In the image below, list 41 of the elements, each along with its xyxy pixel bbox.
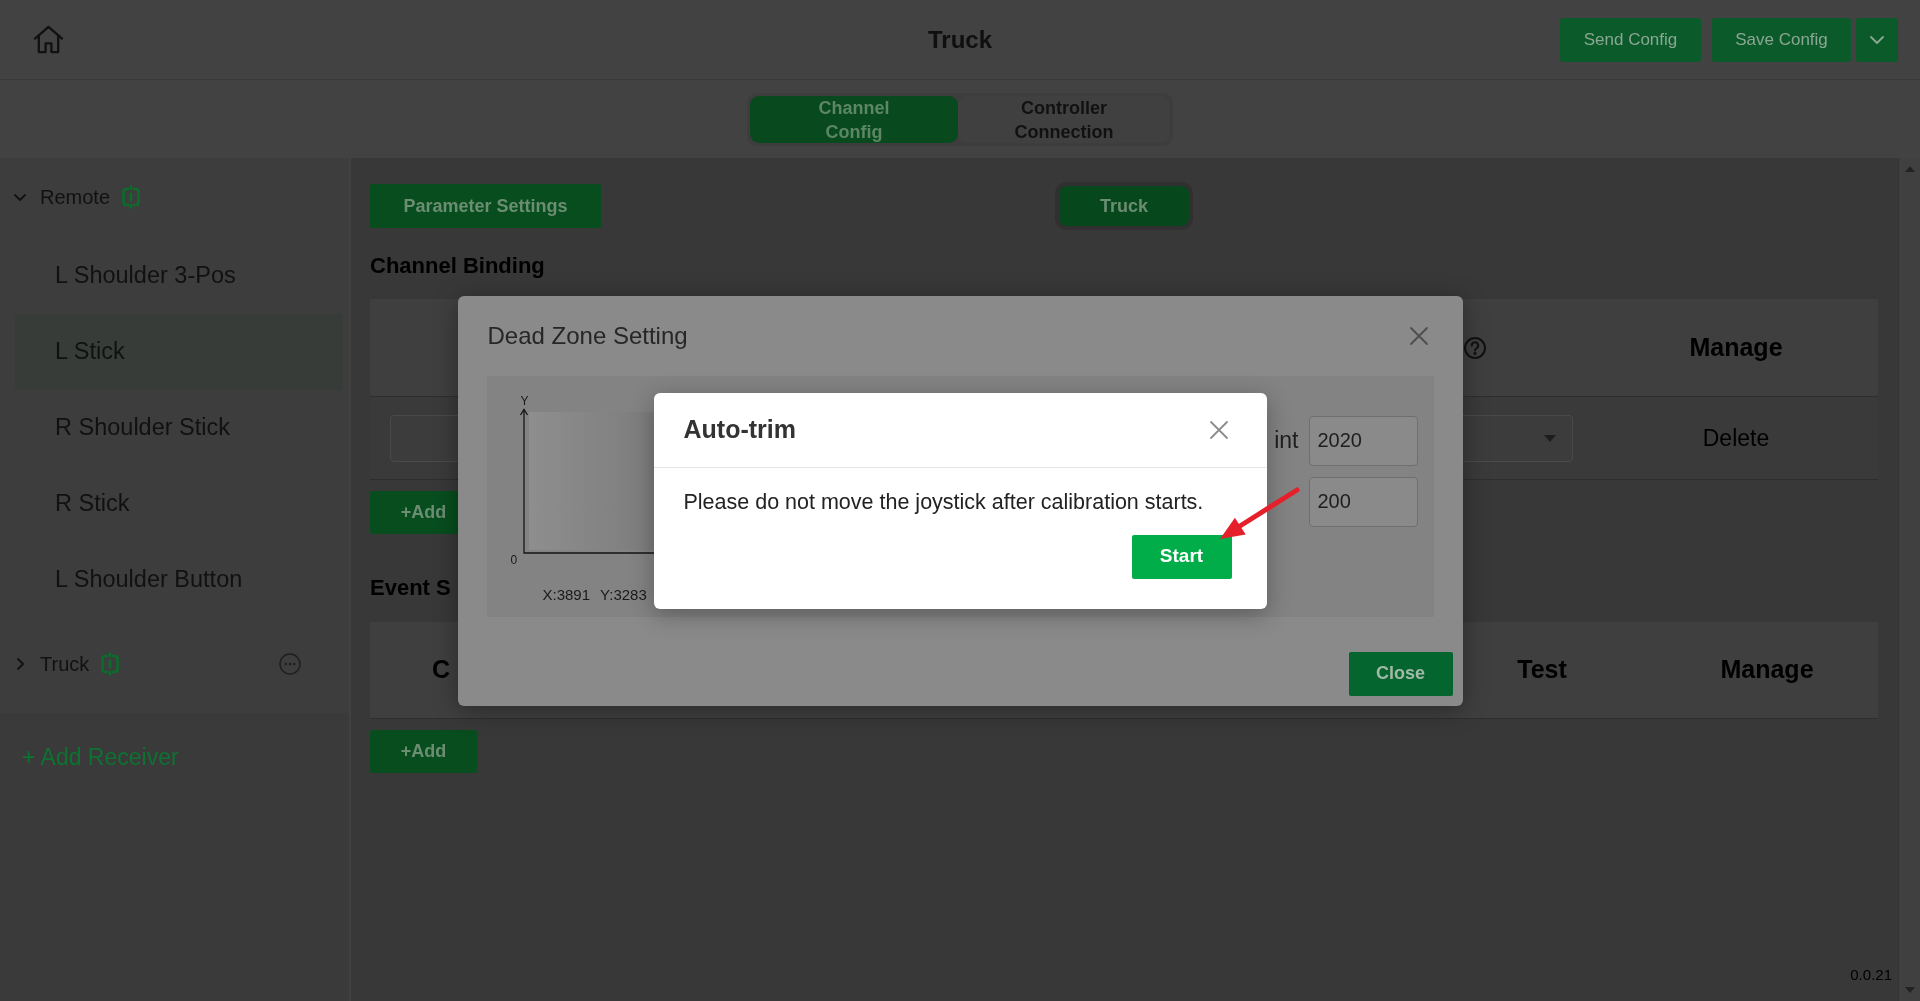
scroll-down-icon[interactable]	[1904, 987, 1915, 993]
add-receiver-link[interactable]: + Add Receiver	[22, 744, 179, 770]
home-icon[interactable]	[33, 24, 64, 55]
dialog-message: Please do not move the joystick after calibration starts.	[683, 489, 1204, 514]
start-button[interactable]: Start	[1131, 534, 1232, 579]
column-header: Manage	[1689, 331, 1783, 363]
chevron-right-icon[interactable]	[16, 658, 24, 670]
dialog-title: Dead Zone Setting	[487, 320, 688, 351]
caret-down-icon	[1544, 434, 1556, 442]
link-icon	[122, 185, 141, 209]
field-label: int	[1274, 426, 1299, 456]
column-header: Test	[1517, 654, 1567, 686]
coordinate-reading: Y:3283	[600, 586, 647, 603]
header-button[interactable]: Save Config	[1712, 17, 1851, 62]
link-icon	[101, 652, 120, 676]
close-icon[interactable]	[1208, 419, 1229, 440]
help-icon[interactable]	[1464, 336, 1486, 359]
close-button[interactable]: Close	[1348, 651, 1453, 696]
delete-button[interactable]: Delete	[1702, 420, 1770, 456]
more-icon[interactable]	[279, 653, 301, 675]
axis-label: 0	[510, 552, 519, 567]
scrollbar[interactable]	[1898, 158, 1920, 1001]
parameter-settings-button[interactable]: Parameter Settings	[370, 184, 601, 228]
axis-label: Y	[520, 393, 529, 408]
chevron-down-icon	[1870, 35, 1884, 44]
dropdown-button[interactable]	[1856, 17, 1898, 62]
version-label: 0.0.21	[1850, 966, 1892, 984]
column-header: C	[432, 654, 451, 686]
receiver-button[interactable]: Truck	[1055, 182, 1193, 230]
scroll-up-icon[interactable]	[1904, 166, 1915, 172]
coordinate-reading: X:3891	[542, 586, 591, 603]
header-button[interactable]: Send Config	[1560, 17, 1701, 62]
column-header: Manage	[1720, 654, 1814, 686]
dialog-title: Auto-trim	[683, 413, 796, 445]
close-icon[interactable]	[1408, 325, 1429, 346]
tab[interactable]: Channel Config	[750, 95, 958, 143]
add-button[interactable]: +Add	[370, 730, 477, 773]
section-title: Channel Binding	[370, 252, 545, 280]
input-field[interactable]: 2020	[1308, 415, 1418, 466]
chevron-down-icon[interactable]	[14, 193, 26, 201]
input-field[interactable]: 200	[1308, 476, 1418, 527]
